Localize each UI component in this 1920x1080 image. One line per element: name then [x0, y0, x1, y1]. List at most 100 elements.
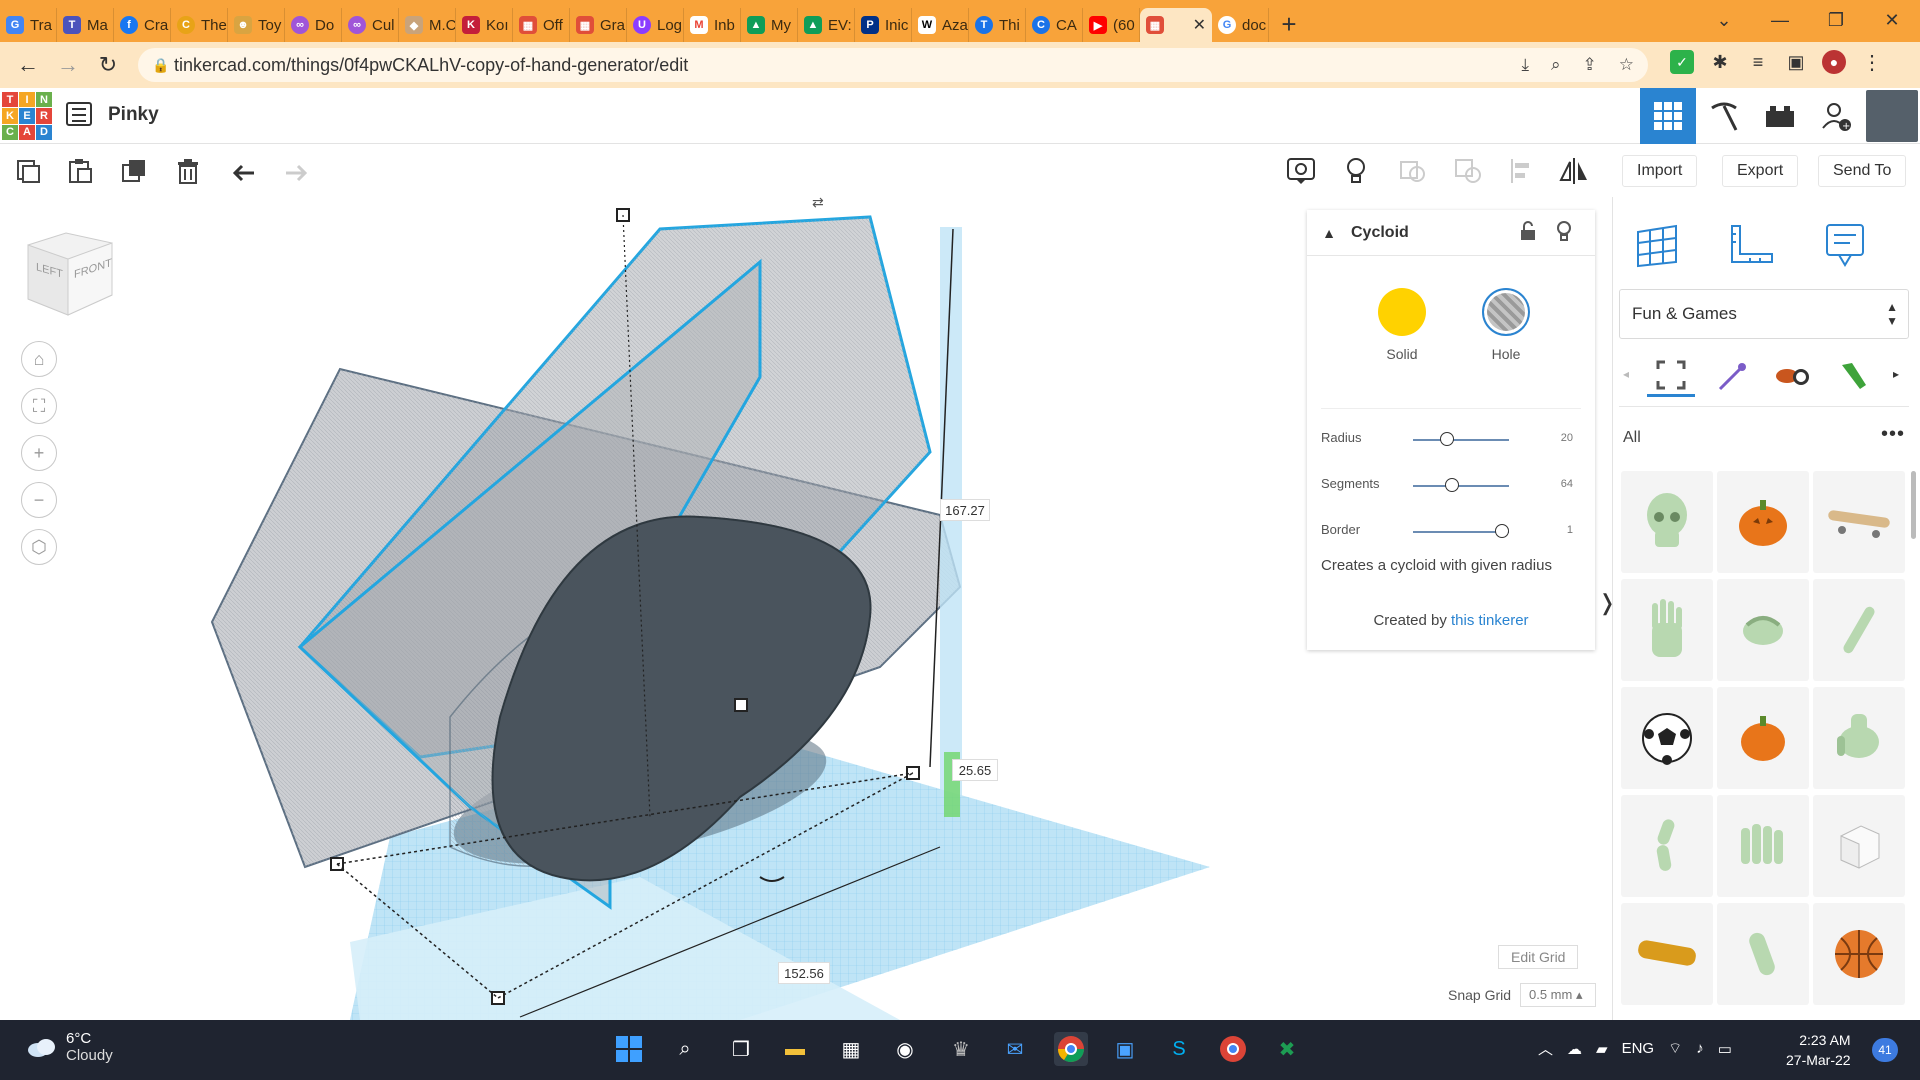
hole-option[interactable]: Hole: [1461, 288, 1551, 362]
browser-tab[interactable]: Gdoc: [1212, 8, 1269, 42]
perspective-button[interactable]: ⬡: [21, 529, 57, 565]
profile-avatar-icon[interactable]: ●: [1822, 50, 1846, 74]
close-window-button[interactable]: ✕: [1864, 10, 1920, 31]
shape-tile-skull[interactable]: [1621, 471, 1713, 573]
volume-icon[interactable]: ♪: [1696, 1040, 1704, 1057]
zoom-out-button[interactable]: −: [21, 482, 57, 518]
close-tab-icon[interactable]: ✕: [1193, 15, 1206, 35]
checkmark-extension-icon[interactable]: ✓: [1670, 50, 1694, 74]
workplane-tool-button[interactable]: [1627, 215, 1687, 275]
collapse-panel-button[interactable]: ❭: [1598, 590, 1616, 630]
more-options-icon[interactable]: •••: [1881, 423, 1905, 446]
shape-tile-cube[interactable]: [1813, 795, 1905, 897]
home-view-button[interactable]: ⌂: [21, 341, 57, 377]
steam-button[interactable]: ◉: [888, 1032, 922, 1066]
browser-tab[interactable]: ∞ Do: [285, 8, 342, 42]
reload-button[interactable]: ↻: [88, 52, 128, 78]
forward-button[interactable]: →: [48, 52, 88, 78]
shape-tile-finger-tip[interactable]: [1717, 903, 1809, 1005]
ruler-tool-button[interactable]: [1721, 215, 1781, 275]
browser-tab[interactable]: ▲ EV:: [798, 8, 855, 42]
chrome-profile-button[interactable]: [1216, 1032, 1250, 1066]
shape-tile-hand-glove[interactable]: [1621, 579, 1713, 681]
browser-tab[interactable]: ◆ M.C: [399, 8, 456, 42]
language-indicator[interactable]: ENG: [1622, 1040, 1655, 1057]
bricks-view-button[interactable]: [1752, 88, 1808, 144]
lock-shape-icon[interactable]: [1519, 220, 1537, 247]
zoom-app-button[interactable]: ▣: [1108, 1032, 1142, 1066]
design-title[interactable]: Pinky: [108, 104, 159, 126]
segments-value[interactable]: 64: [1561, 478, 1573, 490]
segments-slider[interactable]: [1413, 485, 1509, 487]
browser-tab[interactable]: W Aza: [912, 8, 969, 42]
mirror-button[interactable]: [1556, 153, 1592, 189]
hide-shape-icon[interactable]: [1555, 220, 1573, 247]
browser-tab[interactable]: M Inb: [684, 8, 741, 42]
media-control-icon[interactable]: ≡: [1746, 50, 1770, 74]
snap-grid-select[interactable]: 0.5 mm ▴: [1520, 983, 1596, 1007]
radius-value[interactable]: 20: [1561, 432, 1573, 444]
align-button[interactable]: [1504, 153, 1540, 189]
add-user-button[interactable]: +: [1808, 88, 1864, 144]
extensions-puzzle-icon[interactable]: ✱: [1708, 50, 1732, 74]
browser-tab[interactable]: T Thi: [969, 8, 1026, 42]
back-button[interactable]: ←: [8, 52, 48, 78]
browser-tab[interactable]: ▲ My: [741, 8, 798, 42]
browser-tab[interactable]: T Ma: [57, 8, 114, 42]
browser-tab[interactable]: ▦ Gra: [570, 8, 627, 42]
send-to-button[interactable]: Send To: [1818, 155, 1907, 187]
elevation-dimension-label[interactable]: 25.65: [952, 759, 998, 781]
onedrive-icon[interactable]: ☁: [1567, 1040, 1582, 1058]
nvidia-icon[interactable]: ▰: [1596, 1040, 1608, 1058]
blocks-view-button[interactable]: [1696, 88, 1752, 144]
duplicate-button[interactable]: [116, 153, 152, 189]
subcategory-sports[interactable]: [1769, 355, 1817, 397]
browser-tab-active[interactable]: ▦ ✕: [1140, 8, 1212, 42]
show-all-button[interactable]: [1338, 153, 1374, 189]
clock[interactable]: 2:23 AM 27-Mar-22: [1786, 1030, 1851, 1070]
search-taskbar-button[interactable]: ⌕: [668, 1032, 702, 1066]
chrome-menu-icon[interactable]: ⋮: [1860, 50, 1884, 74]
redo-button[interactable]: [278, 153, 314, 189]
side-panel-icon[interactable]: ▣: [1784, 50, 1808, 74]
restore-button[interactable]: ❐: [1808, 10, 1864, 31]
browser-tab[interactable]: K Koı: [456, 8, 513, 42]
zoom-in-button[interactable]: +: [21, 435, 57, 471]
minimize-button[interactable]: —: [1752, 10, 1808, 31]
notification-badge[interactable]: 41: [1872, 1038, 1898, 1062]
store-button[interactable]: ▦: [834, 1032, 868, 1066]
browser-tab[interactable]: G Tra: [0, 8, 57, 42]
share-icon[interactable]: ⇪: [1583, 55, 1597, 75]
shape-tile-robot-hand[interactable]: [1813, 687, 1905, 789]
fit-view-button[interactable]: ⛶: [21, 388, 57, 424]
design-list-icon[interactable]: [66, 102, 92, 126]
tab-search-icon[interactable]: ⌄: [1696, 10, 1752, 31]
width-dimension-label[interactable]: 152.56: [778, 962, 830, 984]
copy-button[interactable]: [10, 153, 46, 189]
hole-swatch[interactable]: [1482, 288, 1530, 336]
shape-tile-finger-joint[interactable]: [1621, 795, 1713, 897]
wifi-icon[interactable]: ⌔: [1668, 1039, 1682, 1058]
shape-tile-basketball[interactable]: [1813, 903, 1905, 1005]
tinkercad-logo[interactable]: T I N K E R C A D: [2, 92, 52, 140]
ungroup-button[interactable]: [1450, 153, 1486, 189]
battery-icon[interactable]: ▭: [1718, 1040, 1732, 1058]
bookmark-star-icon[interactable]: ☆: [1619, 55, 1634, 75]
browser-tab[interactable]: ▶ (60: [1083, 8, 1140, 42]
rotate-top-icon[interactable]: ⇄: [812, 197, 824, 211]
avatar[interactable]: [1866, 90, 1918, 142]
browser-tab[interactable]: ☻ Toy: [228, 8, 285, 42]
radius-slider-knob[interactable]: [1440, 432, 1454, 446]
3d-view-button[interactable]: [1640, 88, 1696, 144]
mail-button[interactable]: ✉: [998, 1032, 1032, 1066]
delete-button[interactable]: [170, 153, 206, 189]
group-button[interactable]: [1394, 153, 1430, 189]
browser-tab[interactable]: P Inic: [855, 8, 912, 42]
subcategory-tools[interactable]: [1829, 355, 1877, 397]
file-explorer-button[interactable]: ▬: [778, 1032, 812, 1066]
solid-option[interactable]: Solid: [1357, 288, 1447, 362]
shape-tile-skateboard[interactable]: [1813, 471, 1905, 573]
import-button[interactable]: Import: [1622, 155, 1698, 187]
install-icon[interactable]: ⤓: [1521, 55, 1529, 75]
border-value[interactable]: 1: [1567, 524, 1573, 536]
